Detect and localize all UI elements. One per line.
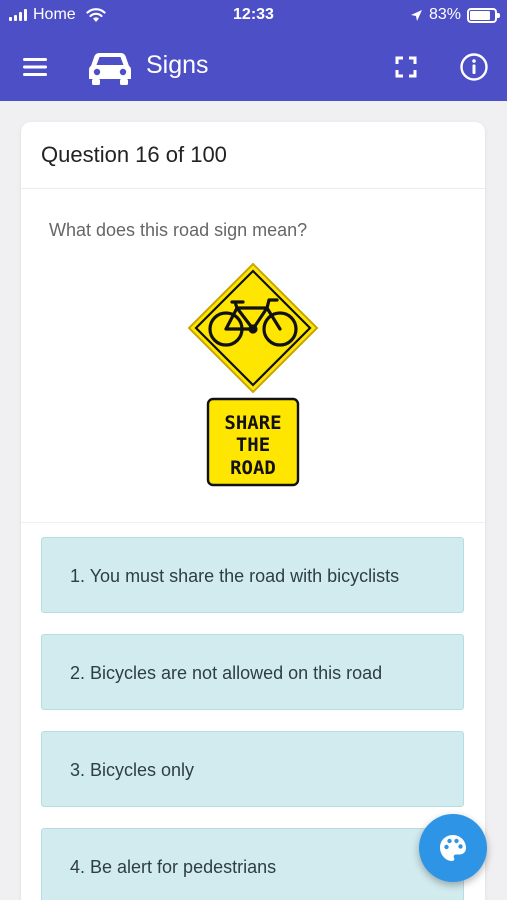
divider bbox=[21, 522, 485, 523]
answer-option-2[interactable]: 2. Bicycles are not allowed on this road bbox=[41, 634, 464, 710]
palette-icon bbox=[440, 835, 466, 861]
sign-text-line-2: THE bbox=[236, 434, 270, 456]
app-header: Home 12:33 83% Signs bbox=[0, 0, 507, 101]
sign-text-line-3: ROAD bbox=[230, 457, 276, 479]
question-counter: Question 16 of 100 bbox=[21, 122, 485, 189]
menu-icon[interactable] bbox=[20, 52, 50, 82]
page-title: Signs bbox=[146, 51, 209, 79]
answer-option-4[interactable]: 4. Be alert for pedestrians bbox=[41, 828, 464, 900]
car-icon bbox=[89, 53, 131, 85]
answer-option-3[interactable]: 3. Bicycles only bbox=[41, 731, 464, 807]
sign-text-line-1: SHARE bbox=[224, 412, 281, 434]
battery-percent: 83% bbox=[428, 6, 461, 23]
fullscreen-icon[interactable] bbox=[393, 54, 419, 80]
share-the-road-sign: SHARE THE ROAD bbox=[187, 262, 319, 487]
info-icon[interactable] bbox=[459, 52, 489, 82]
question-text: What does this road sign mean? bbox=[49, 220, 308, 240]
battery-icon bbox=[467, 7, 500, 23]
toolbar: Signs bbox=[0, 36, 507, 98]
status-bar: Home 12:33 83% bbox=[0, 0, 507, 32]
theme-palette-button[interactable] bbox=[419, 814, 487, 882]
location-arrow-icon bbox=[410, 9, 422, 21]
answer-option-1[interactable]: 1. You must share the road with bicyclis… bbox=[41, 537, 464, 613]
